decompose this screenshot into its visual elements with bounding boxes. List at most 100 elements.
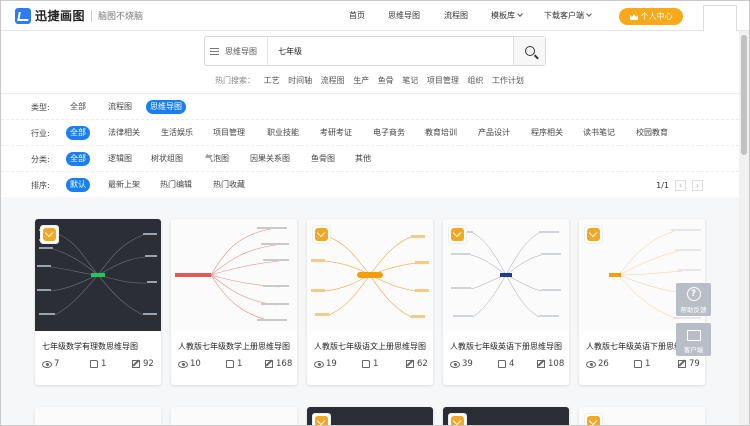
nav-home[interactable]: 首页: [349, 10, 365, 21]
hot-term[interactable]: 项目管理: [427, 76, 459, 85]
filter-row-category: 分类: 全部 逻辑图 树状组图 气泡图 因果关系图 鱼骨图 其他: [1, 146, 739, 172]
filter-type-all[interactable]: 全部: [66, 100, 90, 114]
template-thumbnail: [171, 219, 297, 331]
avatar[interactable]: [703, 5, 737, 33]
filter-category-option[interactable]: 其他: [351, 152, 375, 166]
likes-count: 4: [509, 359, 515, 369]
filter-panel: 类型: 全部 流程图 思维导图 行业: 全部 法律相关 生活娱乐 项目管理 职业…: [1, 93, 739, 197]
sort-newest[interactable]: 最新上架: [104, 178, 144, 192]
template-thumbnail: [35, 407, 161, 425]
nav-flowchart[interactable]: 流程图: [444, 10, 468, 21]
logo[interactable]: 迅捷画图 脑图不烧脑: [15, 7, 143, 24]
filter-industry-option[interactable]: 校园教育: [632, 126, 672, 140]
hot-term[interactable]: 时间轴: [288, 76, 312, 85]
template-card[interactable]: [307, 407, 433, 425]
filter-industry-all[interactable]: 全部: [66, 126, 90, 140]
card-title: 七年级数学有理数思维导图: [42, 342, 138, 351]
card-title: 人教版七年级语文上册思维导图: [314, 342, 426, 351]
filter-type-flowchart[interactable]: 流程图: [104, 100, 136, 114]
template-thumbnail: [35, 219, 161, 331]
filter-category-option[interactable]: 气泡图: [201, 152, 233, 166]
brand-slogan: 脑图不烧脑: [98, 12, 144, 22]
template-card[interactable]: [35, 407, 161, 425]
template-card[interactable]: [171, 407, 297, 425]
edits-stat: 92: [132, 359, 154, 369]
filter-industry-option[interactable]: 法律相关: [104, 126, 144, 140]
filter-industry-option[interactable]: 生活娱乐: [157, 126, 197, 140]
filter-industry-option[interactable]: 电子商务: [369, 126, 409, 140]
filter-category-option[interactable]: 因果关系图: [246, 152, 294, 166]
sort-hot-fav[interactable]: 热门收藏: [209, 178, 249, 192]
eye-icon: [178, 360, 188, 368]
edits-stat: 168: [265, 359, 292, 369]
likes-stat: 1: [90, 359, 106, 369]
user-center-label: 个人中心: [640, 12, 673, 21]
filter-industry-option[interactable]: 考研考证: [316, 126, 356, 140]
card-stats: 10 1 168: [178, 359, 292, 371]
vip-icon: [587, 228, 600, 241]
logo-icon: [15, 7, 31, 24]
client-download-button[interactable]: 客户端: [676, 323, 711, 356]
help-feedback-button[interactable]: ? 帮助反馈: [676, 283, 711, 316]
filter-row-sort: 排序: 默认 最新上架 热门编辑 热门收藏 1/1 ‹ ›: [1, 172, 739, 198]
logo-divider: [91, 9, 93, 22]
filter-industry-option[interactable]: 程序相关: [527, 126, 567, 140]
user-center-button[interactable]: 个人中心: [619, 8, 683, 25]
views-stat: 19: [314, 359, 337, 369]
template-card[interactable]: 七年级数学有理数思维导图 7 1 92: [35, 219, 161, 385]
filter-industry-option[interactable]: 职业技能: [263, 126, 303, 140]
nav-download[interactable]: 下载客户端: [544, 10, 592, 21]
scrollbar-thumb[interactable]: [741, 35, 747, 155]
hot-term[interactable]: 组织: [467, 76, 483, 85]
edits-stat: 79: [678, 359, 700, 369]
next-page-button[interactable]: ›: [692, 180, 703, 191]
filter-industry-option[interactable]: 教育培训: [421, 126, 461, 140]
filter-industry-option[interactable]: 项目管理: [209, 126, 249, 140]
views-stat: 39: [450, 359, 473, 369]
filter-category-all[interactable]: 全部: [66, 152, 90, 166]
hot-term[interactable]: 工艺: [264, 76, 280, 85]
filter-category-option[interactable]: 树状组图: [147, 152, 187, 166]
filter-category-option[interactable]: 逻辑图: [104, 152, 136, 166]
card-stats: 39 4 108: [450, 359, 564, 371]
vip-icon: [451, 416, 464, 425]
template-card[interactable]: [579, 407, 705, 425]
filter-industry-option[interactable]: 产品设计: [474, 126, 514, 140]
likes-count: 1: [237, 359, 243, 369]
template-card[interactable]: 人教版七年级英语下册思维导图 39 4 108: [443, 219, 569, 385]
search-input[interactable]: [267, 37, 513, 65]
template-card[interactable]: 人教版七年级语文上册思维导图 19 1 62: [307, 219, 433, 385]
edits-count: 92: [143, 359, 154, 369]
prev-page-button[interactable]: ‹: [675, 180, 686, 191]
brand-name: 迅捷画图: [35, 9, 86, 23]
scrollbar[interactable]: [739, 31, 749, 425]
template-card[interactable]: 人教版七年级数学上册思维导图 10 1 168: [171, 219, 297, 385]
nav-templates[interactable]: 模板库: [491, 10, 523, 21]
filter-row-industry: 行业: 全部 法律相关 生活娱乐 项目管理 职业技能 考研考证 电子商务 教育培…: [1, 120, 739, 146]
likes-stat: 1: [362, 359, 378, 369]
filter-row-type: 类型: 全部 流程图 思维导图: [1, 94, 739, 120]
sort-hot-edit[interactable]: 热门编辑: [156, 178, 196, 192]
filter-label: 行业:: [31, 129, 50, 138]
sort-default[interactable]: 默认: [66, 178, 90, 192]
nav-mindmap[interactable]: 思维导图: [388, 10, 420, 21]
template-card[interactable]: [443, 407, 569, 425]
search-type-label: 思维导图: [225, 46, 257, 56]
hot-term[interactable]: 鱼骨: [378, 76, 394, 85]
likes-stat: 1: [634, 359, 650, 369]
filter-type-mindmap[interactable]: 思维导图: [146, 100, 186, 114]
hot-term[interactable]: 笔记: [402, 76, 418, 85]
views-count: 39: [462, 359, 473, 369]
edits-stat: 62: [406, 359, 428, 369]
eye-icon: [314, 360, 324, 368]
card-stats: 26 1 79: [586, 359, 700, 371]
search-button[interactable]: [513, 37, 545, 65]
hot-term[interactable]: 生产: [353, 76, 369, 85]
likes-count: 1: [373, 359, 379, 369]
search-type-select[interactable]: 思维导图: [205, 37, 267, 65]
filter-industry-option[interactable]: 读书笔记: [579, 126, 619, 140]
like-icon: [226, 360, 234, 368]
filter-category-option[interactable]: 鱼骨图: [307, 152, 339, 166]
hot-term[interactable]: 工作计划: [492, 76, 524, 85]
hot-term[interactable]: 流程图: [321, 76, 345, 85]
